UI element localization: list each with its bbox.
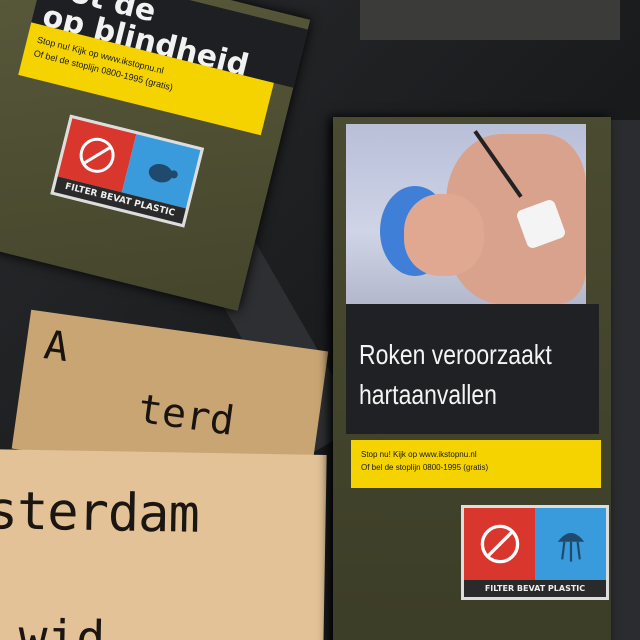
- sign-back-text-a: A: [41, 322, 72, 372]
- cigarette-pack-right: Roken veroorzaakt hartaanvallen Stop nu!…: [333, 117, 611, 640]
- quit-line-text-1: Stop nu! Kijk op www.ikstopnu.nl: [361, 450, 477, 459]
- filter-plastic-logo: FILTER BEVAT PLASTIC: [461, 505, 609, 600]
- sign-bottom-text: wid: [17, 609, 106, 640]
- no-littering-icon: [464, 508, 535, 580]
- logo-label: FILTER BEVAT PLASTIC: [464, 580, 606, 597]
- quit-line-text-2: Of bel de stoplijn 0800-1995 (gratis): [361, 463, 489, 472]
- health-warning-headline: Roken veroorzaakt hartaanvallen: [359, 335, 552, 415]
- quit-line-banner: Stop nu! Kijk op www.ikstopnu.nl Of bel …: [351, 440, 601, 488]
- sign-back-text-terd: terd: [135, 385, 238, 445]
- photo-scene: A terd oot de op blindheid Stop nu! Kijk…: [0, 0, 640, 640]
- cardboard-sign: sterdam wid: [0, 449, 327, 640]
- filter-plastic-logo: FILTER BEVAT PLASTIC: [50, 114, 205, 228]
- jellyfish-icon: [535, 508, 606, 580]
- warning-photo: [346, 124, 586, 304]
- background-debris: [360, 0, 620, 40]
- warning-line-1: Roken veroorzaakt: [359, 339, 552, 370]
- sign-main-text: sterdam: [0, 481, 200, 545]
- patient-head: [404, 194, 484, 276]
- warning-line-2: hartaanvallen: [359, 379, 497, 410]
